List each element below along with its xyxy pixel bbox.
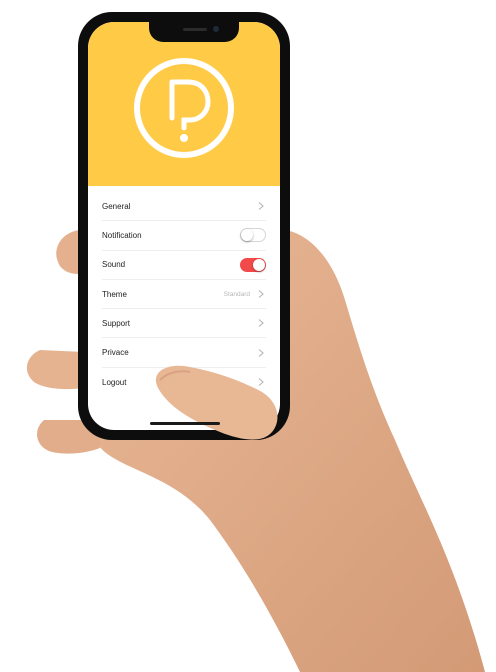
- chevron-right-icon: [256, 289, 266, 299]
- settings-item-label: Sound: [102, 260, 126, 270]
- chevron-right-icon: [256, 377, 266, 387]
- settings-item-label: Logout: [102, 377, 127, 387]
- settings-item-label: Theme: [102, 289, 127, 299]
- settings-item-label: Notification: [102, 230, 142, 240]
- settings-item-sound: Sound: [102, 251, 266, 280]
- sound-toggle[interactable]: [240, 257, 266, 272]
- toggle-knob: [253, 258, 265, 271]
- settings-item-label: General: [102, 201, 131, 211]
- settings-list: General Notification Sound Theme Standar…: [88, 192, 280, 397]
- settings-item-support[interactable]: Support: [102, 309, 266, 339]
- settings-item-privacy[interactable]: Privace: [102, 338, 266, 368]
- notification-toggle[interactable]: [240, 228, 266, 243]
- settings-item-label: Support: [102, 318, 131, 328]
- home-indicator: [150, 422, 220, 425]
- settings-item-theme[interactable]: Theme Standard: [102, 280, 266, 310]
- settings-item-label: Privace: [102, 348, 129, 358]
- theme-value: Standard: [223, 290, 250, 298]
- settings-item-logout[interactable]: Logout: [102, 368, 266, 397]
- speaker-grille: [183, 28, 207, 31]
- phone-device: General Notification Sound Theme Standar…: [78, 12, 290, 440]
- chevron-right-icon: [256, 201, 266, 211]
- phone-notch: [149, 22, 239, 42]
- app-screen: General Notification Sound Theme Standar…: [88, 22, 280, 430]
- question-mark-logo-icon: [134, 58, 234, 158]
- app-header: [88, 22, 280, 186]
- toggle-knob: [241, 229, 253, 242]
- settings-item-general[interactable]: General: [102, 192, 266, 222]
- chevron-right-icon: [256, 318, 266, 328]
- front-camera: [213, 26, 219, 32]
- settings-item-notification: Notification: [102, 221, 266, 251]
- chevron-right-icon: [256, 348, 266, 358]
